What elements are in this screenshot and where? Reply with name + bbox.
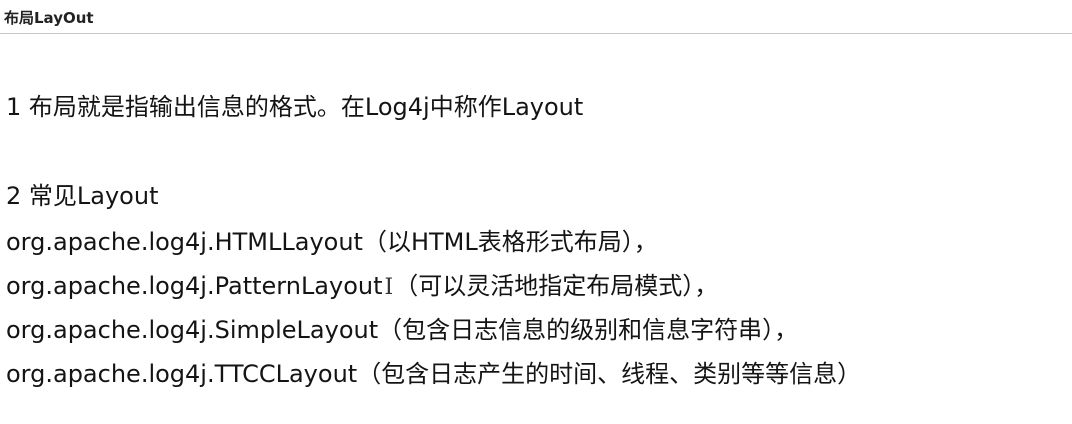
layout-description: （包含日志产生的时间、线程、类别等等信息） (357, 360, 862, 388)
layout-class-name: org.apache.log4j.PatternLayout (6, 272, 383, 300)
page-title: 布局LayOut (4, 9, 94, 27)
page-header: 布局LayOut (0, 0, 1072, 34)
layout-item-pattern: org.apache.log4j.PatternLayoutI（可以灵活地指定布… (6, 271, 718, 303)
layout-class-name: org.apache.log4j.SimpleLayout (6, 316, 379, 344)
layout-item-html: org.apache.log4j.HTMLLayout（以HTML表格形式布局）… (6, 227, 658, 257)
layout-description: （可以灵活地指定布局模式）， (394, 272, 719, 300)
layout-item-simple: org.apache.log4j.SimpleLayout（包含日志信息的级别和… (6, 315, 798, 345)
point-layout-definition: 1 布局就是指输出信息的格式。在Log4j中称作Layout (6, 93, 584, 121)
layout-class-name: org.apache.log4j.TTCCLayout (6, 360, 358, 388)
layout-description: （包含日志信息的级别和信息字符串）， (378, 316, 799, 344)
layout-class-name: org.apache.log4j.HTMLLayout (6, 228, 363, 256)
layout-description: （以HTML表格形式布局）， (362, 228, 658, 256)
point-common-layouts: 2 常见Layout (6, 182, 159, 210)
layout-item-ttcc: org.apache.log4j.TTCCLayout（包含日志产生的时间、线程… (6, 359, 861, 389)
text-cursor-icon: I (384, 275, 394, 300)
